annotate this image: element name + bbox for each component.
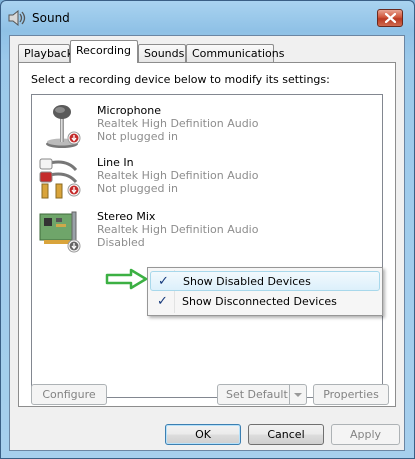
device-name: Stereo Mix [97, 210, 156, 223]
tab-label: Communications [192, 47, 285, 60]
button-label: Set Default [226, 388, 288, 401]
menu-item-label: Show Disconnected Devices [182, 295, 337, 308]
tab-recording[interactable]: Recording [70, 40, 138, 63]
tab-label: Playback [24, 47, 74, 60]
instruction-text: Select a recording device below to modif… [31, 73, 330, 86]
device-driver: Realtek High Definition Audio [97, 223, 259, 236]
sound-dialog-window: Sound Playback Recording Sounds Communic… [0, 0, 415, 459]
device-status: Not plugged in [97, 182, 179, 195]
button-label: Configure [42, 388, 96, 401]
set-default-button[interactable]: Set Default [217, 384, 307, 405]
microphone-icon [38, 102, 86, 150]
configure-button[interactable]: Configure [31, 384, 107, 405]
tab-communications[interactable]: Communications [186, 44, 284, 62]
device-list[interactable]: Microphone Realtek High Definition Audio… [31, 94, 383, 398]
set-default-dropdown[interactable] [289, 385, 306, 404]
device-driver: Realtek High Definition Audio [97, 169, 259, 182]
annotation-arrow-icon [105, 268, 148, 290]
line-in-icon [38, 154, 86, 202]
device-name: Line In [97, 156, 134, 169]
context-menu: ✓ Show Disabled Devices ✓ Show Disconnec… [147, 267, 383, 316]
device-item-stereo-mix[interactable]: Stereo Mix Realtek High Definition Audio… [32, 208, 372, 260]
speaker-icon [8, 9, 26, 27]
device-driver: Realtek High Definition Audio [97, 117, 259, 130]
button-label: Cancel [267, 428, 305, 441]
close-button[interactable] [377, 9, 403, 27]
device-item-line-in[interactable]: Line In Realtek High Definition Audio No… [32, 154, 372, 206]
button-label: OK [195, 428, 211, 441]
tab-label: Sounds [144, 47, 185, 60]
device-status: Disabled [97, 236, 145, 249]
checkmark-icon: ✓ [157, 294, 168, 309]
apply-button[interactable]: Apply [331, 424, 400, 445]
menu-item-show-disabled-devices[interactable]: ✓ Show Disabled Devices [150, 271, 380, 291]
tab-playback[interactable]: Playback [18, 44, 74, 62]
chevron-down-icon [294, 393, 302, 397]
dialog-client-area: Playback Recording Sounds Communications… [9, 35, 405, 451]
ok-button[interactable]: OK [165, 424, 241, 445]
button-label: Apply [349, 428, 382, 441]
title-bar[interactable]: Sound [1, 1, 414, 35]
menu-item-label: Show Disabled Devices [183, 275, 311, 288]
tab-label: Recording [76, 44, 132, 57]
menu-item-show-disconnected-devices[interactable]: ✓ Show Disconnected Devices [150, 292, 380, 312]
sound-card-icon [38, 208, 86, 256]
window-title: Sound [32, 11, 70, 25]
recording-panel: Select a recording device below to modif… [18, 62, 396, 407]
button-label: Properties [323, 388, 379, 401]
device-item-microphone[interactable]: Microphone Realtek High Definition Audio… [32, 102, 372, 154]
device-name: Microphone [97, 104, 162, 117]
tab-sounds[interactable]: Sounds [138, 44, 186, 62]
device-status: Not plugged in [97, 130, 179, 143]
cancel-button[interactable]: Cancel [248, 424, 324, 445]
close-icon [385, 13, 396, 23]
properties-button[interactable]: Properties [313, 384, 389, 405]
checkmark-icon: ✓ [158, 274, 169, 289]
